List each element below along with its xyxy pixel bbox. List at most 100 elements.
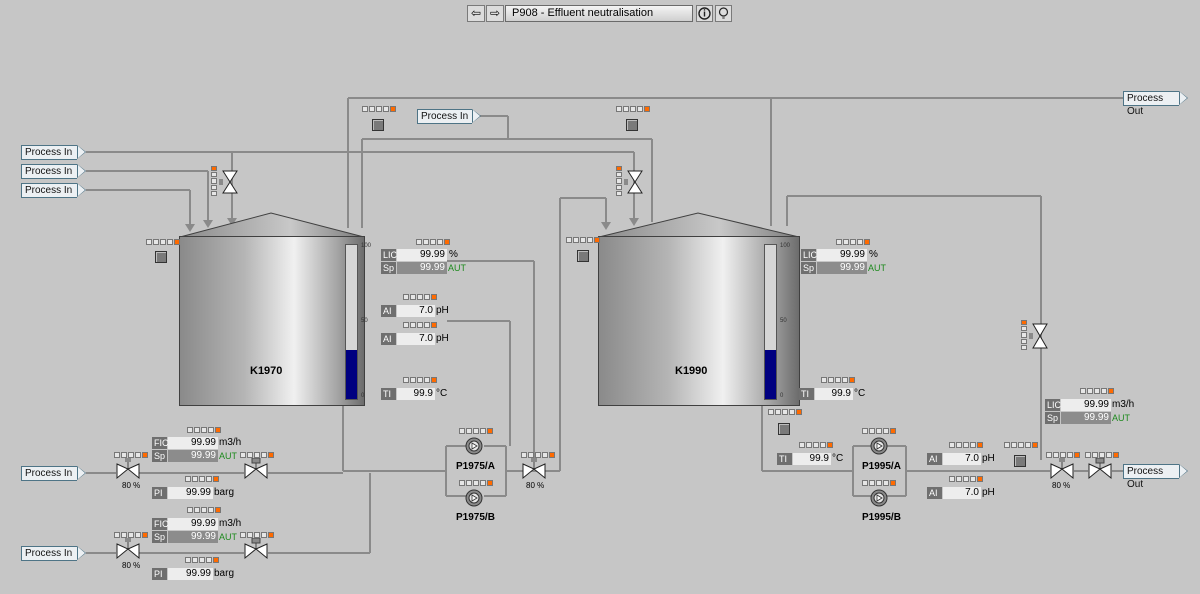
- info-button[interactable]: [696, 5, 713, 22]
- status-leds: [403, 377, 437, 383]
- setpoint-value[interactable]: 99.99: [1061, 412, 1111, 424]
- process-out-bottom[interactable]: Process Out: [1123, 464, 1188, 490]
- scale-min: 0: [780, 393, 784, 399]
- process-in-feed-1[interactable]: Process In: [21, 466, 86, 481]
- tag-label: AI: [927, 487, 942, 499]
- ph-unit: pH: [982, 453, 995, 464]
- ph-value[interactable]: 7.0: [943, 487, 981, 499]
- status-square[interactable]: [372, 119, 384, 131]
- status-leds: [821, 377, 855, 383]
- scale-mid: 50: [361, 318, 368, 324]
- tag-label: AI: [927, 453, 942, 465]
- control-valve-icon[interactable]: [522, 458, 546, 480]
- flow-value[interactable]: 99.99: [1061, 399, 1111, 411]
- mode-indicator: AUT: [1112, 413, 1130, 423]
- status-square[interactable]: [577, 250, 589, 262]
- ph-value[interactable]: 7.0: [397, 333, 435, 345]
- ph-value[interactable]: 7.0: [397, 305, 435, 317]
- control-valve-icon[interactable]: [1050, 458, 1074, 480]
- pump-icon[interactable]: [465, 437, 483, 455]
- control-valve-icon[interactable]: [244, 538, 268, 560]
- flow-value[interactable]: 99.99: [168, 518, 218, 530]
- setpoint-value[interactable]: 99.99: [168, 531, 218, 543]
- control-valve-icon[interactable]: [116, 538, 140, 560]
- process-in-feed-2[interactable]: Process In: [21, 546, 86, 561]
- control-valve-icon[interactable]: [244, 458, 268, 480]
- status-leds: [949, 442, 983, 448]
- status-leds: [862, 428, 896, 434]
- tag-label: LIC: [801, 249, 818, 261]
- arrow-right-icon: ⇨: [489, 6, 501, 20]
- pressure-value[interactable]: 99.99: [168, 487, 213, 499]
- pressure-value[interactable]: 99.99: [168, 568, 213, 580]
- tag-label: FIC: [152, 518, 169, 530]
- info-icon: [698, 7, 711, 20]
- tank-name: K1990: [675, 365, 708, 377]
- control-valve-icon[interactable]: [116, 458, 140, 480]
- setpoint-value[interactable]: 99.99: [817, 262, 867, 274]
- temperature-value[interactable]: 99.9: [793, 453, 831, 465]
- lic-value[interactable]: 99.99: [397, 249, 447, 261]
- valve-icon[interactable]: [1029, 323, 1051, 349]
- ph-unit: pH: [436, 333, 449, 344]
- process-in-2[interactable]: Process In: [21, 164, 86, 179]
- pump-icon[interactable]: [870, 489, 888, 507]
- valve-icon[interactable]: [624, 170, 646, 194]
- valve-icon[interactable]: [219, 170, 241, 194]
- ph-value[interactable]: 7.0: [943, 453, 981, 465]
- status-square[interactable]: [626, 119, 638, 131]
- process-out-top[interactable]: Process Out: [1123, 91, 1188, 117]
- tank-roof-k1990: [598, 212, 800, 238]
- status-square[interactable]: [155, 251, 167, 263]
- tag-label: AI: [381, 305, 396, 317]
- level-fill: [346, 349, 357, 399]
- process-in-3[interactable]: Process In: [21, 183, 86, 198]
- mode-indicator: AUT: [868, 263, 886, 273]
- process-in-1[interactable]: Process In: [21, 145, 86, 160]
- setpoint-value[interactable]: 99.99: [168, 450, 218, 462]
- status-leds: [146, 239, 180, 245]
- setpoint-value[interactable]: 99.99: [397, 262, 447, 274]
- tag-label: TI: [381, 388, 396, 400]
- tag-label: AI: [381, 333, 396, 345]
- pump-label: P1975/A: [456, 461, 495, 472]
- valve-opening: 80 %: [122, 481, 141, 490]
- pump-icon[interactable]: [870, 437, 888, 455]
- temperature-value[interactable]: 99.9: [397, 388, 435, 400]
- back-button[interactable]: ⇦: [467, 5, 485, 22]
- scale-min: 0: [361, 393, 365, 399]
- tag-label: Sp: [1045, 412, 1060, 424]
- status-leds: [862, 480, 896, 486]
- tank-k1990[interactable]: K1990 100 50 0: [598, 236, 800, 406]
- forward-button[interactable]: ⇨: [486, 5, 504, 22]
- level-fill: [765, 349, 776, 399]
- flow-value[interactable]: 99.99: [168, 437, 218, 449]
- help-button[interactable]: [715, 5, 732, 22]
- pump-icon[interactable]: [465, 489, 483, 507]
- pressure-unit: barg: [214, 487, 235, 498]
- mode-indicator: AUT: [448, 263, 466, 273]
- control-valve-icon[interactable]: [1088, 458, 1112, 480]
- tank-name: K1970: [250, 365, 283, 377]
- temperature-value[interactable]: 99.9: [815, 388, 853, 400]
- status-square[interactable]: [1014, 455, 1026, 467]
- status-leds: [187, 507, 221, 513]
- lic-value[interactable]: 99.99: [817, 249, 867, 261]
- status-leds: [403, 294, 437, 300]
- process-in-top[interactable]: Process In: [417, 109, 481, 124]
- pump-label: P1995/A: [862, 461, 901, 472]
- level-bar-k1990: [764, 244, 777, 400]
- status-leds: [768, 409, 802, 415]
- scale-max: 100: [780, 243, 791, 249]
- lightbulb-icon: [718, 7, 729, 19]
- pump-label: P1995/B: [862, 512, 901, 523]
- valve-position-leds: [211, 166, 217, 197]
- valve-opening: 80 %: [526, 481, 545, 490]
- status-leds: [459, 428, 493, 434]
- status-leds: [185, 557, 219, 563]
- status-square[interactable]: [778, 423, 790, 435]
- scale-mid: 50: [780, 318, 787, 324]
- arrow-left-icon: ⇦: [470, 6, 482, 20]
- tank-k1970[interactable]: K1970 100 50 0: [179, 236, 371, 406]
- page-title[interactable]: P908 - Effluent neutralisation: [505, 5, 693, 22]
